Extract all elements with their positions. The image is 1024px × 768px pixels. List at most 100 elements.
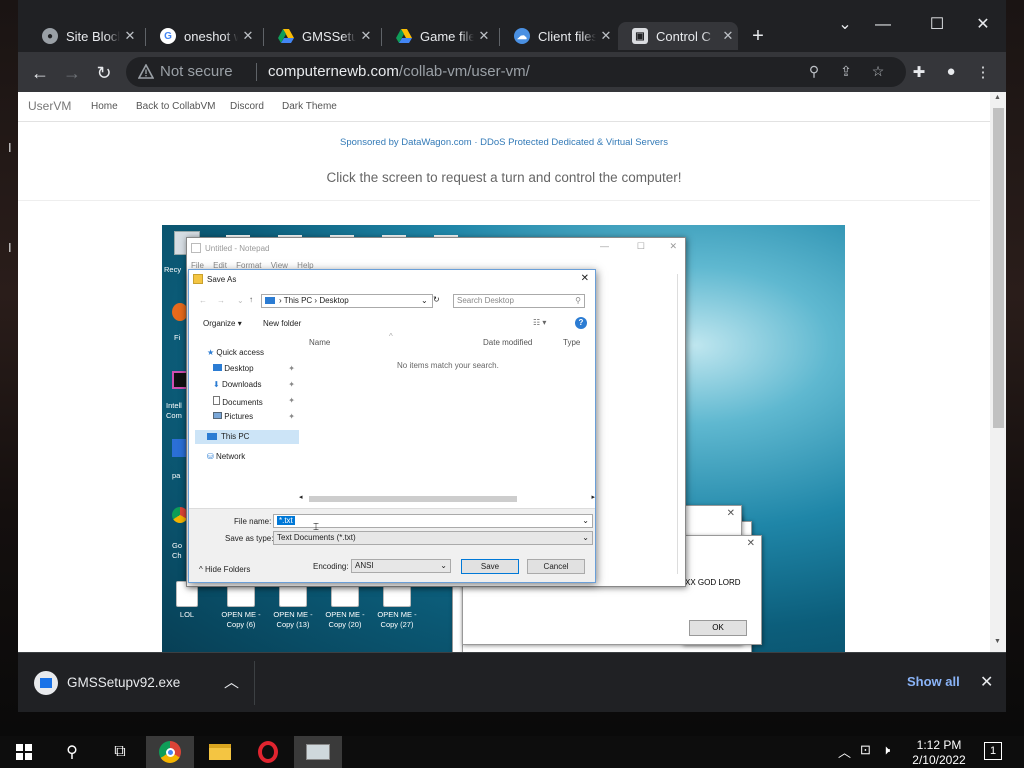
desktop-icon-open-me-13[interactable]: OPEN ME - Copy (13) [272,581,314,630]
close-icon[interactable]: ✕ [120,28,140,44]
scroll-down-icon[interactable]: ▼ [994,638,1001,645]
zoom-icon[interactable]: ⚲ [804,63,824,81]
notification-center-icon[interactable]: 1 [984,742,1002,760]
close-icon[interactable]: ✕ [596,28,616,44]
nav-item-this-pc[interactable]: This PC [195,430,299,444]
close-button[interactable]: ✕ [669,241,677,252]
hide-folders-button[interactable]: ^ Hide Folders [199,565,250,574]
nav-item-quick-access[interactable]: ★ Quick access [207,348,264,357]
page-scroll-thumb[interactable] [993,108,1004,428]
minimize-button[interactable]: — [868,14,898,36]
taskbar-on-screen-keyboard[interactable] [294,736,342,768]
forward-button[interactable]: → [60,62,84,84]
taskbar-file-explorer[interactable] [196,736,244,768]
close-icon[interactable]: ✕ [356,28,376,44]
horizontal-scrollbar[interactable]: ◂ ▸ [297,494,597,504]
nav-discord[interactable]: Discord [230,101,264,112]
help-icon[interactable]: ? [575,317,587,329]
nav-item-pictures[interactable]: Pictures ✦ [213,412,295,421]
address-bar[interactable]: Not secure computernewb.com/collab-vm/us… [126,57,906,87]
up-arrow-icon[interactable]: ↑ [249,295,253,304]
chevron-down-icon[interactable]: ⌄ [421,296,428,305]
sponsor-link[interactable]: Sponsored by DataWagon.com · DDoS Protec… [18,137,990,148]
menu-kebab-icon[interactable]: ⋮ [972,63,994,83]
cancel-button[interactable]: Cancel [527,559,585,574]
scroll-right-icon[interactable]: ▸ [591,493,595,501]
share-icon[interactable]: ⇪ [836,63,856,81]
breadcrumb-this-pc[interactable]: This PC [284,296,312,305]
page-scrollbar[interactable]: ▲ ▼ [990,92,1006,652]
nav-item-network[interactable]: ⛁ Network [207,452,245,461]
chevron-up-icon[interactable]: ︿ [224,671,239,692]
breadcrumb-desktop[interactable]: Desktop [319,296,348,305]
nav-dark-theme[interactable]: Dark Theme [282,101,337,112]
close-icon[interactable]: ✕ [581,273,589,284]
reload-button[interactable]: ↻ [92,62,116,84]
save-button[interactable]: Save [461,559,519,574]
tab-site-blocker[interactable]: ● Site Blocke ✕ [28,22,140,50]
tab-game-files[interactable]: Game file ✕ [382,22,494,50]
search-icon[interactable]: ⚲ [48,736,96,768]
nav-item-downloads[interactable]: ⬇ Downloads ✦ [213,380,295,389]
scroll-thumb[interactable] [309,496,517,502]
nav-back-to-collabvm[interactable]: Back to CollabVM [136,101,215,112]
maximize-button[interactable]: ☐ [922,14,952,36]
close-window-button[interactable]: ✕ [968,14,998,36]
back-button[interactable]: ← [28,62,52,84]
tab-search-button[interactable]: ⌄ [830,14,860,36]
chevron-down-icon[interactable]: ⌄ [237,296,244,305]
view-options-icon[interactable]: ☷ ▾ [533,318,546,327]
desktop-icon-open-me-27[interactable]: OPEN ME - Copy (27) [376,581,418,630]
close-icon[interactable]: ✕ [980,672,993,692]
minimize-button[interactable]: — [600,241,609,251]
notepad-scrollbar[interactable] [677,274,685,574]
network-icon[interactable]: ⊡ [860,742,871,758]
back-arrow-icon[interactable]: ← [199,296,207,305]
tab-client-files[interactable]: ☁ Client files ✕ [500,22,616,50]
url-text[interactable]: computernewb.com/collab-vm/user-vm/ [268,63,530,80]
nav-home[interactable]: Home [91,101,118,112]
site-brand[interactable]: UserVM [28,99,71,113]
search-input[interactable]: Search Desktop ⚲ [453,294,585,308]
refresh-icon[interactable]: ↻ [433,295,440,304]
volume-muted-icon[interactable]: 🕨 [882,742,890,758]
close-icon[interactable]: ✕ [727,508,735,519]
column-name[interactable]: Name [309,338,330,347]
nav-item-desktop[interactable]: Desktop ✦ [213,364,295,373]
chevron-down-icon[interactable]: ⌄ [582,515,589,527]
organize-button[interactable]: Organize ▾ [203,319,242,328]
chevron-up-icon[interactable]: ︿ [838,742,851,761]
tab-oneshot[interactable]: G oneshot w ✕ [146,22,258,50]
desktop-icon-open-me-6[interactable]: OPEN ME - Copy (6) [220,581,262,630]
column-date-modified[interactable]: Date modified [483,338,532,347]
maximize-button[interactable]: ☐ [637,241,645,252]
encoding-select[interactable]: ANSI ⌄ [351,559,451,573]
new-tab-button[interactable]: + [746,24,770,48]
save-as-dialog[interactable]: Save As ✕ ← → ⌄ ↑ › This PC › Desktop ⌄ … [188,269,596,583]
address-breadcrumb[interactable]: › This PC › Desktop [261,294,433,308]
tab-gmssetup[interactable]: GMSSetu ✕ [264,22,376,50]
close-icon[interactable]: ✕ [718,28,738,44]
bookmark-star-icon[interactable]: ☆ [868,63,888,81]
show-all-button[interactable]: Show all [907,674,960,689]
taskbar-chrome[interactable] [146,736,194,768]
task-view-icon[interactable]: ⧉ [96,736,144,768]
security-label[interactable]: Not secure [160,63,233,80]
download-file-name[interactable]: GMSSetupv92.exe [67,675,180,690]
nav-item-documents[interactable]: Documents ✦ [213,396,295,407]
new-folder-button[interactable]: New folder [263,319,301,328]
scroll-up-icon[interactable]: ▲ [994,94,1001,101]
taskbar-opera[interactable] [244,736,292,768]
column-type[interactable]: Type [563,338,580,347]
close-icon[interactable]: ✕ [238,28,258,44]
save-as-type-select[interactable]: Text Documents (*.txt) ⌄ [273,531,593,545]
file-name-input[interactable]: *.txt ⌄ [273,514,593,528]
profile-icon[interactable]: ● [940,63,962,83]
clock-time[interactable]: 1:12 PM [908,738,970,752]
close-icon[interactable]: ✕ [747,538,755,549]
forward-arrow-icon[interactable]: → [217,296,225,305]
extensions-icon[interactable]: ✚ [908,63,930,83]
tab-control-collabvm[interactable]: ▣ Control C ✕ [618,22,738,50]
ok-button[interactable]: OK [689,620,747,636]
close-icon[interactable]: ✕ [474,28,494,44]
